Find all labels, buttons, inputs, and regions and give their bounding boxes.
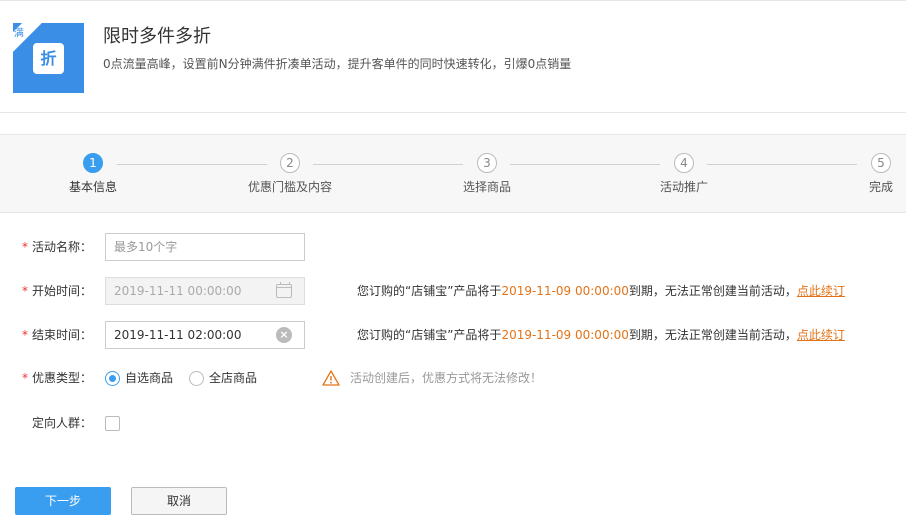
step-label: 完成: [868, 180, 893, 194]
step-label: 选择商品: [462, 180, 511, 194]
row-start-time: * 开始时间： 2019-11-11 00:00:00 您订购的“店铺宝”产品将…: [0, 277, 906, 305]
notice-suffix: 到期，无法正常创建当前活动，: [628, 328, 797, 342]
expiry-notice: 您订购的“店铺宝”产品将于2019-11-09 00:00:00到期，无法正常创…: [357, 277, 845, 305]
notice-prefix: 您订购的“店铺宝”产品将于: [357, 284, 502, 298]
required-mark: *: [22, 284, 28, 298]
activity-logo: 满 折: [13, 23, 84, 93]
step-number: 2: [280, 153, 300, 173]
activity-name-input[interactable]: 最多10个字: [105, 233, 305, 261]
cancel-button[interactable]: 取消: [131, 487, 227, 515]
activity-name-label: 活动名称：: [32, 240, 93, 254]
required-mark: *: [22, 240, 28, 254]
expiry-notice: 您订购的“店铺宝”产品将于2019-11-09 00:00:00到期，无法正常创…: [357, 321, 845, 349]
step-progress: 1 基本信息 2 优惠门槛及内容 3 选择商品 4 活动推广 5 完成: [0, 134, 906, 213]
discount-type-label: 优惠类型：: [32, 371, 93, 385]
corner-ribbon-text: 满: [13, 28, 24, 40]
activity-name-placeholder: 最多10个字: [114, 240, 178, 254]
step-number: 1: [83, 153, 103, 173]
notice-prefix: 您订购的“店铺宝”产品将于: [357, 328, 502, 342]
notice-date: 2019-11-09 00:00:00: [501, 284, 629, 298]
end-time-input[interactable]: 2019-11-11 02:00:00 ×: [105, 321, 305, 349]
renew-link[interactable]: 点此续订: [797, 328, 845, 342]
step-select-products: 3 选择商品: [427, 153, 547, 195]
required-mark: *: [22, 328, 28, 342]
step-label: 活动推广: [659, 180, 708, 194]
step-number: 5: [871, 153, 891, 173]
step-number: 4: [674, 153, 694, 173]
clear-icon[interactable]: ×: [276, 327, 292, 343]
notice-suffix: 到期，无法正常创建当前活动，: [628, 284, 797, 298]
required-mark: *: [22, 371, 28, 385]
start-time-label: 开始时间：: [32, 284, 93, 298]
step-threshold: 2 优惠门槛及内容: [230, 153, 350, 195]
activity-header: 满 折 限时多件多折 0点流量高峰，设置前N分钟满件折凑单活动，提升客单件的同时…: [0, 0, 906, 113]
row-target-audience: 定向人群：: [0, 409, 906, 437]
start-time-value: 2019-11-11 00:00:00: [114, 284, 242, 298]
radio-label-selected-products[interactable]: 自选商品: [125, 364, 173, 392]
step-number: 3: [477, 153, 497, 173]
radio-selected-products[interactable]: [105, 371, 120, 386]
next-step-button[interactable]: 下一步: [15, 487, 111, 515]
step-label: 优惠门槛及内容: [247, 180, 332, 194]
step-basic-info: 1 基本信息: [33, 153, 153, 195]
warning-icon: [322, 370, 340, 386]
page-title: 限时多件多折: [103, 26, 211, 47]
radio-all-products[interactable]: [189, 371, 204, 386]
notice-date: 2019-11-09 00:00:00: [501, 328, 629, 342]
end-time-label: 结束时间：: [32, 328, 93, 342]
step-label: 基本信息: [68, 180, 117, 194]
discount-warning-text: 活动创建后，优惠方式将无法修改！: [350, 371, 543, 385]
row-end-time: * 结束时间： 2019-11-11 02:00:00 × 您订购的“店铺宝”产…: [0, 321, 906, 349]
end-time-value: 2019-11-11 02:00:00: [114, 328, 242, 342]
step-complete: 5 完成: [821, 153, 906, 195]
radio-label-all-products[interactable]: 全店商品: [209, 364, 257, 392]
renew-link[interactable]: 点此续订: [797, 284, 845, 298]
target-audience-checkbox[interactable]: [105, 416, 120, 431]
start-time-input: 2019-11-11 00:00:00: [105, 277, 305, 305]
row-discount-type: * 优惠类型： 自选商品 全店商品 活动创建后，优惠方式将无法修改！: [0, 364, 906, 392]
discount-badge-icon: 折: [33, 43, 64, 74]
calendar-icon: [276, 282, 292, 298]
target-audience-label: 定向人群：: [32, 416, 93, 430]
step-promotion: 4 活动推广: [624, 153, 744, 195]
row-activity-name: * 活动名称： 最多10个字: [0, 233, 906, 261]
page-subtitle: 0点流量高峰，设置前N分钟满件折凑单活动，提升客单件的同时快速转化，引爆0点销量: [103, 57, 572, 71]
